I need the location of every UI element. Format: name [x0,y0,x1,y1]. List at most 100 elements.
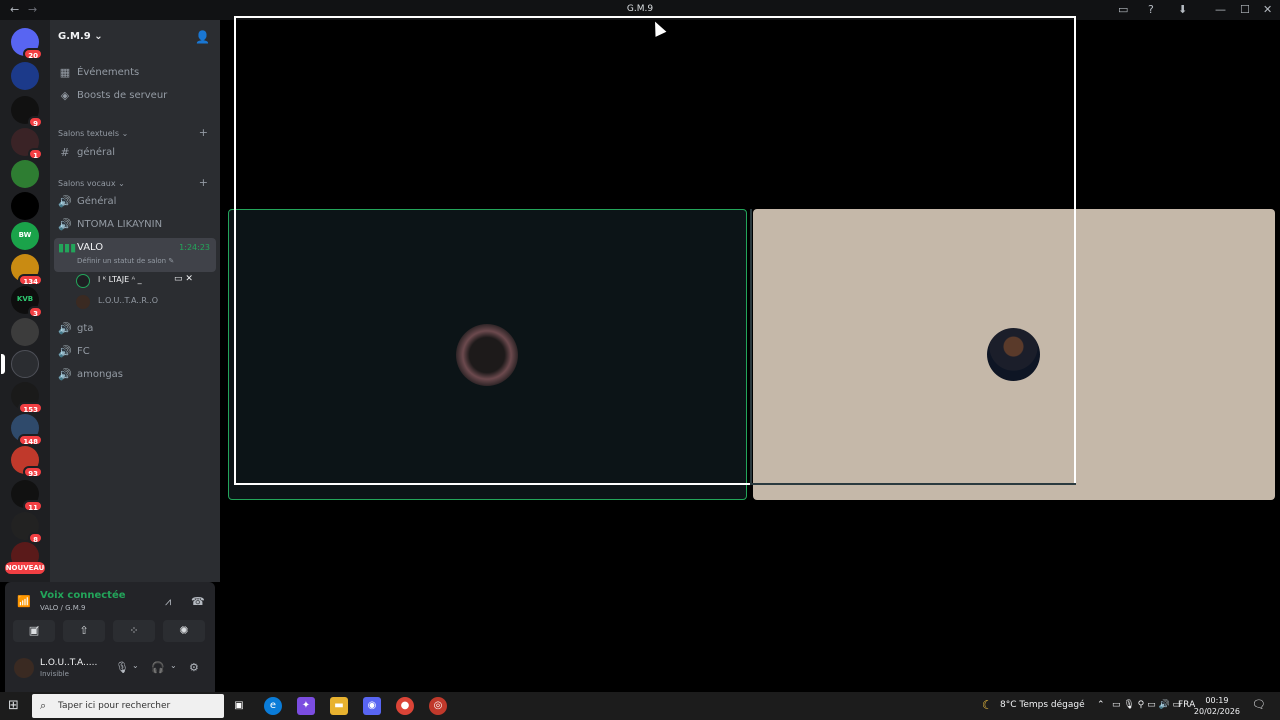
server-icon[interactable]: 11 [11,480,43,512]
tray-icons[interactable]: ▭ 🎙 ⚲ ▭ 🔊 ▭ [1112,700,1181,710]
server-icon[interactable]: 93 [11,446,43,478]
title-bar: ← → G.M.9 ▭ ? ⬇ — ☐ ✕ [0,0,1280,20]
server-name[interactable]: G.M.9 ⌄ [58,31,103,42]
channel-label: VALO [77,242,104,253]
participant-tile[interactable] [228,209,747,500]
weather-text[interactable]: 8°C Temps dégagé [1000,700,1085,710]
help-icon[interactable]: ? [1148,3,1154,16]
username[interactable]: L.O.U..T.A..... [40,658,97,668]
server-icon[interactable]: 148 [11,414,43,446]
events-item[interactable]: ▦ Événements [54,63,216,83]
clock[interactable]: 00:19 20/02/2026 [1194,695,1240,717]
minimize-icon[interactable]: — [1215,3,1226,16]
maximize-icon[interactable]: ☐ [1240,3,1250,16]
server-icon[interactable]: 8 [11,512,43,544]
server-icon[interactable] [1,350,39,378]
headphones-icon[interactable]: 🎧 [151,661,165,674]
voice-channel-general[interactable]: 🔊 Général [54,192,216,212]
voice-user-name: l ᴷ LTAJE ᴬ _ [98,275,142,284]
badge: 11 [23,500,43,512]
server-icon[interactable]: 134 [11,254,43,286]
server-icon[interactable] [11,192,39,220]
search-box[interactable]: ⌕ Taper ici pour rechercher [32,694,224,718]
server-icon[interactable]: 1 [11,128,43,160]
boost-icon: ◈ [60,89,70,102]
voice-status[interactable]: Voix connectée [40,590,126,601]
search-placeholder: Taper ici pour rechercher [58,701,171,711]
calendar-icon: ▦ [59,66,71,79]
voice-user[interactable]: l ᴷ LTAJE ᴬ _ ▭ ✕ [76,273,216,291]
boosts-label: Boosts de serveur [77,90,168,101]
add-channel-icon[interactable]: + [199,126,208,139]
server-icon[interactable]: KVB 3 [11,286,43,318]
voice-channel-fc[interactable]: 🔊 FC [54,342,216,362]
file-explorer-icon[interactable]: ▬ [330,697,348,715]
download-icon[interactable]: ⬇ [1178,3,1187,16]
chevron-down-icon[interactable]: ⌄ [170,661,177,670]
speaker-icon: 🔊 [58,195,72,208]
noise-suppression-icon[interactable]: ⩘ [165,595,171,609]
edge-icon[interactable]: e [264,697,282,715]
channel-sidebar: G.M.9 ⌄ 👤 ▦ Événements ◈ Boosts de serve… [50,20,220,582]
voice-channel-ntoma[interactable]: 🔊 NTOMA LIKAYNIN [54,215,216,235]
avatar [76,295,90,309]
notification-icon[interactable]: 🗨 [1252,698,1266,711]
voice-timer: 1:24:23 [179,243,210,252]
voice-user[interactable]: L.O.U..T.A..R..O [76,294,216,312]
text-category[interactable]: Salons textuels ⌄ [58,129,128,138]
new-badge[interactable]: NOUVEAU [5,562,45,574]
badge: 148 [18,434,43,446]
badge: 3 [28,306,43,318]
time-text: 00:19 [1205,696,1229,705]
microphone-icon[interactable]: 🎙 [115,661,129,674]
camera-button[interactable]: ▣̸ [13,620,55,642]
dm-home-icon[interactable]: 20 [11,28,43,60]
voice-channel-valo[interactable]: ▮▮▮ VALO 1:24:23 Définir un statut de sa… [54,238,216,272]
date-text: 20/02/2026 [1193,707,1240,716]
disconnect-icon[interactable]: ☎ [191,595,205,608]
server-icon[interactable] [11,318,39,346]
badge: 20 [23,48,43,60]
boosts-item[interactable]: ◈ Boosts de serveur [54,86,216,106]
signal-icon[interactable]: 📶 [17,595,31,608]
soundboard-button[interactable]: ✺ [163,620,205,642]
search-icon: ⌕ [40,699,47,712]
server-icon[interactable]: 9 [11,96,43,128]
server-icon[interactable]: 153 [11,382,43,414]
task-view-icon[interactable]: ▣ [230,697,248,715]
windows-start-icon[interactable]: ⊞ [8,698,19,713]
avatar [456,324,518,386]
activities-button[interactable]: ⁘ [113,620,155,642]
app-icon[interactable]: ◎ [429,697,447,715]
share-screen-button[interactable]: ⇧ [63,620,105,642]
server-icon[interactable] [11,62,39,90]
gear-icon[interactable]: ⚙ [189,661,199,674]
copilot-icon[interactable]: ✦ [297,697,315,715]
close-icon[interactable]: ✕ [1263,3,1272,16]
user-panel: L.O.U..T.A..... Invisible 🎙 ⌄ 🎧 ⌄ ⚙ [5,647,215,692]
avatar[interactable] [14,658,34,678]
voice-channel-path[interactable]: VALO / G.M.9 [40,604,85,612]
speaker-icon: 🔊 [58,345,72,358]
add-member-icon[interactable]: 👤 [195,30,210,44]
chevron-down-icon[interactable]: ⌄ [132,661,139,670]
language-indicator[interactable]: FRA [1178,700,1195,710]
voice-category[interactable]: Salons vocaux ⌄ [58,179,125,188]
server-icon[interactable]: BW [11,222,39,250]
tray-chevron-icon[interactable]: ⌃ [1097,700,1105,710]
server-icon[interactable] [11,160,39,188]
voice-channel-amongas[interactable]: 🔊 amongas [54,365,216,385]
chrome-icon[interactable]: ● [396,697,414,715]
moon-icon[interactable]: ☾ [982,698,993,712]
server-rail: 20 9 1 BW 134 KVB 3 153 148 93 11 8 NOUVE… [0,20,50,582]
discord-icon[interactable]: ◉ [363,697,381,715]
set-channel-status[interactable]: Définir un statut de salon ✎ [77,257,174,265]
server-label: BW [18,231,32,239]
text-channel-general[interactable]: # général [54,143,216,163]
add-channel-icon[interactable]: + [199,176,208,189]
participant-tile[interactable] [753,209,1275,500]
voice-channel-gta[interactable]: 🔊 gta [54,319,216,339]
server-header[interactable]: G.M.9 ⌄ 👤 [50,20,220,54]
channel-label: NTOMA LIKAYNIN [77,219,163,230]
screen-share-icon[interactable]: ▭ [1118,3,1128,16]
